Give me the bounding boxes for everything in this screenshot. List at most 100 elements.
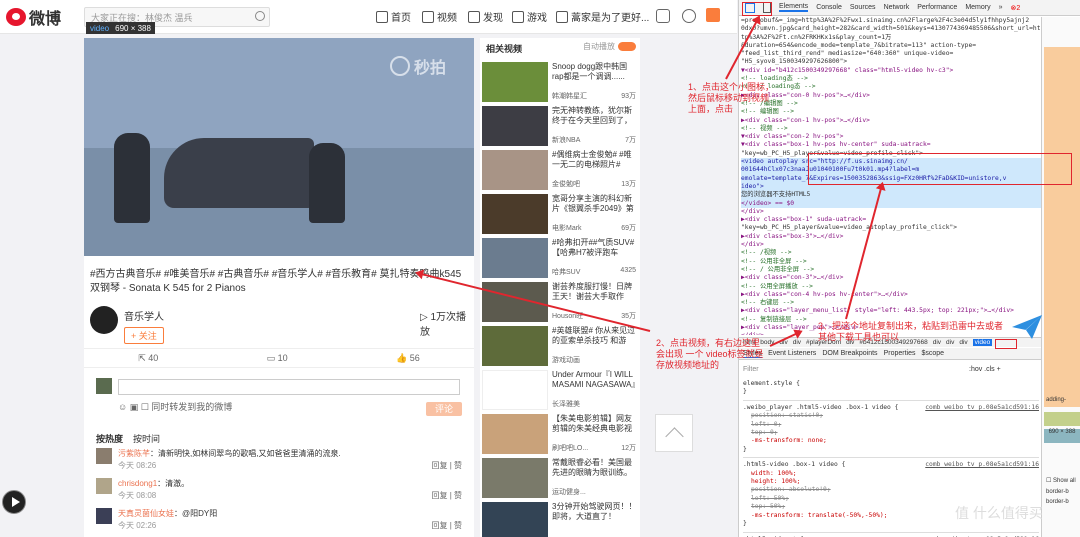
more-tabs-button[interactable]: » [999,4,1003,11]
commenter-name[interactable]: 天真灵菌仙女娃 [118,509,174,518]
dom-node-line[interactable]: "H5_syov8_1500349297626800"> [741,58,1041,66]
css-property[interactable]: } [743,446,1039,454]
related-title[interactable]: 宽哥分享主演的科幻新片《银翼杀手2049》第二支【中字】... [552,194,638,214]
hov-cls-controls[interactable]: :hov .cls + [969,366,1001,373]
related-thumbnail[interactable] [482,414,548,454]
commenter-name[interactable]: 污紫陈芊 [118,449,150,458]
related-title[interactable]: Snoop dogg跟中韩国rap都是一个调调......[doge]-韩- [552,62,638,82]
css-property[interactable]: -ms-transform: none; [743,437,1039,445]
dom-node-line[interactable]: </div> [741,208,1041,216]
related-user[interactable]: 刷吧吧LO... [552,443,588,453]
css-property[interactable]: left: 0; [743,421,1039,429]
related-item[interactable]: 常戴眼睿必看！美国最先进的眼睛为眼训练。那些很眼睛... 运动健身... [482,458,638,502]
follow-button[interactable]: + 关注 [124,327,164,344]
comment-like-button[interactable]: 赞 [454,521,462,530]
related-title[interactable]: 3分钟开始驾驶网页！！即将，大道直了！ [552,502,638,522]
autoplay-toggle[interactable] [618,42,636,51]
dom-node-line[interactable]: <!-- / 公用非全屏 --> [741,266,1041,274]
related-title[interactable]: 常戴眼睿必看！美国最先进的眼睛为眼训练。那些很眼睛... [552,458,638,478]
related-thumbnail[interactable] [482,106,548,146]
reply-button[interactable]: 回复 [431,491,447,500]
tab-network[interactable]: Network [884,4,910,11]
related-item[interactable]: 3分钟开始驾驶网页！！即将，大道直了！ [482,502,638,537]
related-title[interactable]: Under Armour『I WILL MASAMI NAGASAWA』#长..… [552,370,638,390]
dom-node-line[interactable]: </video> == $0 [741,199,1041,208]
css-selector[interactable]: .weibo_player .html5-video .box-1 video … [743,404,1039,412]
related-item[interactable]: #偶维病士金俊勉# #唯一无二的电梯照片# 170716 大战... 金俊勉吧 … [482,150,638,194]
related-thumbnail[interactable] [482,502,548,537]
reply-button[interactable]: 回复 [431,461,447,470]
dom-node-line[interactable]: ▶<div class="layer_menu_list" style="lef… [741,307,1041,315]
related-thumbnail[interactable] [482,326,548,366]
tab-sources[interactable]: Sources [850,4,876,11]
related-title[interactable]: #英雄联盟# 你从来见过的亚索单杀技巧 和游E2A都看傻了... [552,326,638,346]
dom-node-line[interactable]: "feed_list_third_rend" mediasize="640:36… [741,50,1041,58]
compose-icon[interactable] [706,8,720,22]
nav-game[interactable]: 游戏 [512,9,547,24]
commenter-name[interactable]: chrisdong1 [118,479,157,488]
related-title[interactable]: 【朱美电影剪辑】网友剪辑的朱美经典电影视频，一最一... [552,414,638,434]
related-title[interactable]: 完无神转教练，犹尔斯终于在今天里回到了，实现了... [552,106,638,126]
css-property[interactable]: height: 100%; [743,478,1039,486]
nav-video[interactable]: 视频 [422,9,457,24]
related-item[interactable]: 谢芸养度服打慢！日牌王天！谢芸大手取作《数码你... Houson旺 35万 [482,282,638,326]
back-to-top-button[interactable] [655,414,693,452]
autoplay-control[interactable]: 自动播放 [583,41,636,52]
related-thumbnail[interactable] [482,370,548,410]
author-name[interactable]: 音乐学人 [124,308,164,323]
also-post-checkbox[interactable]: ☐ [141,402,152,412]
comment-like-button[interactable]: 赞 [454,491,462,500]
tab-time[interactable]: 按时间 [133,432,160,445]
dom-node-line[interactable]: "key=wb_PC_H5_player&value=video_autopla… [741,224,1041,232]
video-player[interactable]: 秒拍 [84,38,474,256]
tab-properties[interactable]: Properties [884,350,916,357]
like-button[interactable]: 👍 56 [396,353,420,364]
dom-node-line[interactable]: &duration=654&encode_mode=template_7&bit… [741,42,1041,50]
dom-node-line[interactable]: 0dx0?umvn.jpg&card_height=282&card_width… [741,25,1041,33]
dom-node-line[interactable]: 您的浏览器不支持HTML5 [741,191,1041,200]
related-title[interactable]: 谢芸养度服打慢！日牌王天！谢芸大手取作《数码你... [552,282,638,302]
related-thumbnail[interactable] [482,194,548,234]
reply-button[interactable]: 回复 [431,521,447,530]
css-selector[interactable]: .html5-video .box-1 video {comb_weibo_tv… [743,461,1039,469]
related-item[interactable]: #哈弗扣开##气质SUV# 【哈弗H7被评跑车标！】作为科... 哈弗SUV 4… [482,238,638,282]
repost-button[interactable]: ⇱ 40 [138,353,158,364]
dom-node-line[interactable]: ▶<div class="con-4 hv-pos hv-center">…</… [741,291,1041,299]
related-thumbnail[interactable] [482,62,548,102]
error-count[interactable]: ⊗2 [1011,4,1021,12]
css-property[interactable]: position: static!0; [743,412,1039,420]
dom-node-line[interactable]: ▼<div id="b412c1500349297668" class="htm… [741,67,1041,75]
related-title[interactable]: #偶维病士金俊勉# #唯一无二的电梯照片# 170716 大战... [552,150,638,170]
related-user[interactable]: 长泽雅美 [552,399,580,409]
commenter-avatar[interactable] [96,508,112,524]
css-property[interactable]: } [743,520,1039,528]
css-property[interactable]: width: 100%; [743,470,1039,478]
tab-dom-breakpoints[interactable]: DOM Breakpoints [822,350,877,357]
related-title[interactable]: #哈弗扣开##气质SUV# 【哈弗H7被评跑车标！】作为科... [552,238,638,258]
related-item[interactable]: 宽哥分享主演的科幻新片《银翼杀手2049》第二支【中字】... 电影Mark 6… [482,194,638,238]
related-thumbnail[interactable] [482,150,548,190]
css-property[interactable]: position: absolute!0; [743,486,1039,494]
related-user[interactable]: 韩潮韩星汇 [552,91,587,101]
dom-node-line[interactable]: <!-- / loading态 --> [741,83,1041,91]
related-user[interactable]: 哈弗SUV [552,267,580,277]
dom-node-line[interactable]: <!-- 视频 --> [741,125,1041,133]
tab-elements[interactable]: Elements [779,3,809,12]
show-all-checkbox[interactable]: ☐ Show all [1046,477,1076,484]
commenter-avatar[interactable] [96,448,112,464]
dom-node-line[interactable]: <!-- 编辑图 --> [741,108,1041,116]
dom-node-line[interactable]: ▶<div class="con-3">…</div> [741,274,1041,282]
comment-button[interactable]: ▭ 10 [267,353,288,364]
crumb-item[interactable]: div [793,339,801,346]
related-user[interactable]: 新浪NBA [552,135,580,145]
dom-node-line[interactable]: =protobuf&=_img=http%3A%2F%2Fwx1.sinaimg… [741,17,1041,25]
dom-node-line[interactable]: <!-- 公用全屏播放 --> [741,283,1041,291]
gear-icon[interactable] [682,9,696,23]
rule-source-link[interactable]: comb_weibo_tv_p.08e5a1cd591:16 [925,461,1039,469]
related-user[interactable]: 金俊勉吧 [552,179,580,189]
dom-node-line[interactable]: ▼<div class="box-1 hv-pos hv-center" sud… [741,141,1041,149]
related-item[interactable]: 完无神转教练，犹尔斯终于在今天里回到了，实现了... 新浪NBA 7万 [482,106,638,150]
css-property[interactable]: left: 50%; [743,495,1039,503]
related-user[interactable]: 游戏动画 [552,355,580,365]
weibo-logo[interactable]: 微博 [6,7,61,28]
